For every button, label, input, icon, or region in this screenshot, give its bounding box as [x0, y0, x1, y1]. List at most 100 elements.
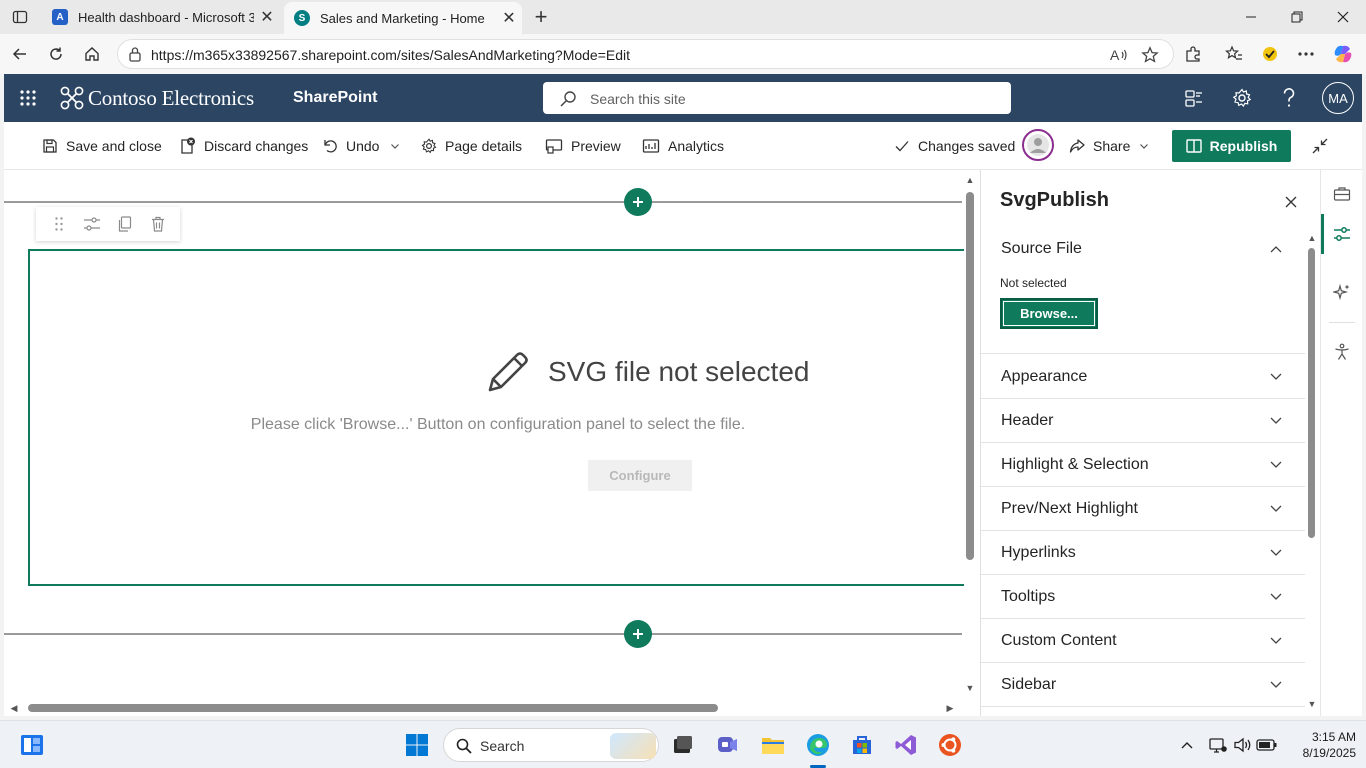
scroll-right-arrow-icon[interactable]: ▶ [944, 702, 956, 714]
group-label[interactable]: Source File [1001, 240, 1082, 258]
favorite-star-icon[interactable] [1139, 44, 1161, 66]
taskbar-search-input[interactable]: Search [443, 728, 659, 762]
widgets-icon[interactable] [16, 729, 48, 761]
browser-tab-sharepoint[interactable]: S Sales and Marketing - Home ✕ [284, 2, 522, 34]
add-section-button[interactable] [624, 188, 652, 216]
lock-icon[interactable] [128, 46, 142, 62]
group-custom-content[interactable]: Custom Content [981, 619, 1305, 663]
chevron-down-icon[interactable] [1267, 676, 1285, 694]
chevron-up-icon[interactable] [1267, 240, 1285, 258]
system-clock[interactable]: 3:15 AM 8/19/2025 [1284, 729, 1356, 761]
delete-icon[interactable] [146, 212, 170, 236]
close-window-icon[interactable] [1320, 0, 1366, 34]
home-icon[interactable] [77, 40, 107, 68]
preview-button[interactable]: Preview [545, 134, 621, 158]
chevron-down-icon[interactable] [1267, 632, 1285, 650]
ubuntu-icon[interactable] [934, 729, 966, 761]
add-section-button[interactable] [624, 620, 652, 648]
refresh-icon[interactable] [41, 40, 71, 68]
app-name[interactable]: SharePoint [293, 89, 377, 107]
close-pane-icon[interactable] [1279, 190, 1303, 214]
edge-browser-icon[interactable] [802, 729, 834, 761]
scroll-up-arrow-icon[interactable]: ▲ [1306, 232, 1318, 244]
group-tooltips[interactable]: Tooltips [981, 575, 1305, 619]
restore-icon[interactable] [1274, 0, 1320, 34]
microsoft-store-icon[interactable] [846, 729, 878, 761]
design-ideas-icon[interactable] [1321, 272, 1363, 312]
edit-properties-icon[interactable] [80, 212, 104, 236]
toolbox-icon[interactable] [1321, 174, 1363, 214]
chevron-down-icon[interactable] [1267, 412, 1285, 430]
volume-icon[interactable] [1232, 733, 1254, 757]
properties-sliders-icon[interactable] [1321, 214, 1363, 254]
help-icon[interactable] [1276, 86, 1302, 110]
collapse-icon[interactable] [1309, 134, 1331, 158]
minimize-icon[interactable] [1228, 0, 1274, 34]
chevron-down-icon[interactable] [1267, 456, 1285, 474]
chevron-down-icon[interactable] [1267, 500, 1285, 518]
group-sidebar[interactable]: Sidebar [981, 663, 1305, 707]
browser-tab-admin[interactable]: A Health dashboard - Microsoft 365 admin… [42, 0, 280, 34]
extensions-icon[interactable] [1178, 40, 1208, 68]
tab-actions-icon[interactable] [6, 4, 34, 30]
profile-badge-icon[interactable] [1255, 40, 1285, 68]
file-explorer-icon[interactable] [757, 729, 789, 761]
user-avatar[interactable]: MA [1322, 82, 1354, 114]
more-options-icon[interactable] [1291, 40, 1321, 68]
undo-dropdown-button[interactable] [390, 134, 408, 158]
svg-publish-webpart[interactable]: SVG file not selected Please click 'Brow… [28, 249, 964, 586]
copilot-icon[interactable] [1328, 40, 1358, 68]
start-windows-icon[interactable] [401, 729, 433, 761]
share-button[interactable]: Share [1069, 134, 1130, 158]
group-highlight-selection[interactable]: Highlight & Selection [981, 443, 1305, 487]
visual-studio-icon[interactable] [890, 729, 922, 761]
site-activity-icon[interactable] [1181, 86, 1207, 110]
site-search-input[interactable]: Search this site [543, 82, 1011, 114]
task-view-icon[interactable] [667, 729, 699, 761]
show-hidden-icons-chevron-up-icon[interactable] [1176, 733, 1198, 757]
chevron-down-icon[interactable] [1267, 588, 1285, 606]
scroll-down-arrow-icon[interactable]: ▼ [964, 682, 976, 694]
analytics-button[interactable]: Analytics [642, 134, 724, 158]
republish-button[interactable]: Republish [1172, 130, 1291, 162]
group-hyperlinks[interactable]: Hyperlinks [981, 531, 1305, 575]
scrollbar-thumb[interactable] [28, 704, 718, 712]
accessibility-icon[interactable] [1321, 332, 1363, 372]
configure-button[interactable]: Configure [588, 460, 692, 491]
network-icon[interactable] [1207, 733, 1229, 757]
app-launcher-icon[interactable] [14, 86, 42, 110]
battery-icon[interactable] [1256, 733, 1278, 757]
scroll-left-arrow-icon[interactable]: ◀ [8, 702, 20, 714]
undo-button[interactable]: Undo [322, 134, 379, 158]
save-and-close-button[interactable]: Save and close [42, 134, 162, 158]
scrollbar-thumb[interactable] [1308, 248, 1315, 538]
scroll-up-arrow-icon[interactable]: ▲ [964, 174, 976, 186]
scroll-down-arrow-icon[interactable]: ▼ [1306, 698, 1318, 710]
settings-gear-icon[interactable] [1229, 86, 1255, 110]
drag-handle-icon[interactable] [47, 212, 71, 236]
address-bar[interactable]: https://m365x33892567.sharepoint.com/sit… [117, 39, 1174, 69]
group-header[interactable]: Header [981, 399, 1305, 443]
browse-button[interactable]: Browse... [1000, 298, 1098, 329]
read-aloud-icon[interactable]: A [1108, 44, 1130, 66]
pane-scrollbar[interactable]: ▲ ▼ [1305, 230, 1319, 710]
chevron-down-icon[interactable] [1267, 544, 1285, 562]
close-tab-icon[interactable]: ✕ [496, 5, 522, 31]
new-tab-icon[interactable]: + [528, 4, 554, 30]
favorites-icon[interactable] [1219, 40, 1249, 68]
chevron-down-icon[interactable] [1267, 368, 1285, 386]
scrollbar-thumb[interactable] [966, 192, 974, 560]
brand-logo[interactable]: Contoso Electronics [60, 84, 254, 112]
co-author-avatar[interactable] [1022, 129, 1054, 161]
group-prev-next-highlight[interactable]: Prev/Next Highlight [981, 487, 1305, 531]
group-appearance[interactable]: Appearance [981, 355, 1305, 399]
teams-chat-icon[interactable] [712, 729, 744, 761]
share-dropdown-button[interactable] [1139, 134, 1157, 158]
canvas-horizontal-scrollbar[interactable]: ◀ ▶ [4, 700, 962, 716]
canvas-vertical-scrollbar[interactable]: ▲ ▼ [962, 170, 980, 700]
duplicate-icon[interactable] [113, 212, 137, 236]
close-tab-icon[interactable]: ✕ [254, 4, 280, 30]
discard-changes-button[interactable]: Discard changes [180, 134, 308, 158]
back-icon[interactable] [5, 40, 35, 68]
page-details-button[interactable]: Page details [421, 134, 522, 158]
